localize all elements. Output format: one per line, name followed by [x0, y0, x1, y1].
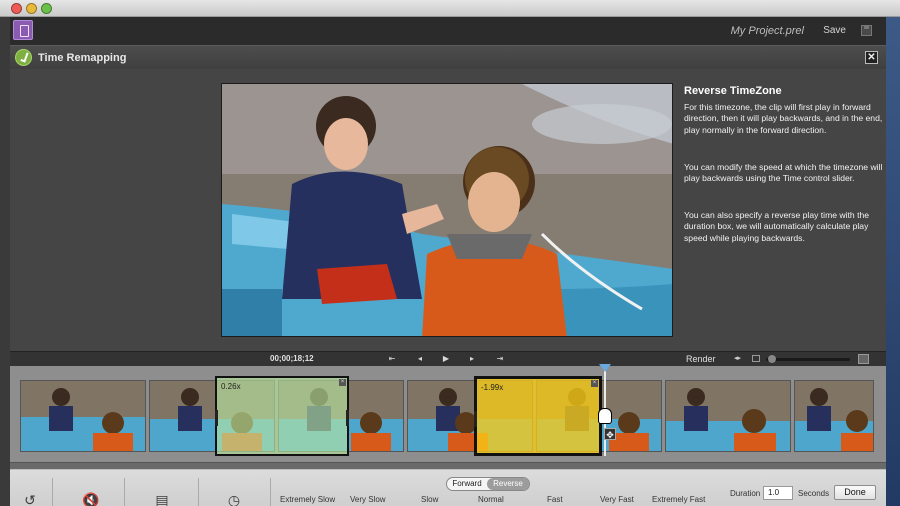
thumbnail-frame	[666, 381, 790, 451]
window-titlebar	[0, 0, 900, 17]
window-edge	[0, 17, 10, 506]
fit-icon[interactable]: ◂▸	[734, 355, 746, 363]
mute-icon[interactable]: 🔇	[82, 492, 99, 506]
go-to-start-icon[interactable]: ⇤	[386, 354, 398, 364]
step-back-icon[interactable]: ◂	[414, 354, 426, 364]
zoom-slider[interactable]	[766, 358, 850, 361]
thumbnail-frame	[21, 381, 145, 451]
preview-frame	[222, 84, 672, 336]
move-cursor-icon: ✥	[604, 428, 616, 440]
speed-extremely-fast[interactable]: Extremely Fast	[652, 495, 705, 504]
speed-very-fast[interactable]: Very Fast	[600, 495, 634, 504]
forward-toggle[interactable]: Forward	[447, 478, 487, 490]
duration-label: Duration	[730, 489, 761, 498]
timeline-scrollbar[interactable]	[10, 462, 886, 469]
speed-very-slow[interactable]: Very Slow	[350, 495, 386, 504]
info-title: Reverse TimeZone	[684, 85, 782, 97]
timezone-right-handle[interactable]	[346, 410, 349, 426]
undo-icon[interactable]: ↺	[22, 492, 38, 506]
info-paragraph: For this timezone, the clip will first p…	[684, 102, 883, 135]
zoom-window-button[interactable]	[41, 3, 52, 14]
panel-header: Time Remapping ✕	[10, 45, 886, 69]
remove-timezone-icon[interactable]: ×	[339, 379, 346, 386]
save-button[interactable]: Save	[823, 25, 846, 36]
thumbnail-frame	[795, 381, 873, 451]
zoom-out-icon[interactable]	[752, 355, 760, 362]
speed-slow[interactable]: Slow	[421, 495, 438, 504]
play-icon[interactable]: ▶	[440, 354, 452, 364]
info-paragraph: You can also specify a reverse play time…	[684, 210, 870, 243]
clip-thumbnail[interactable]	[20, 380, 146, 452]
duration-unit: Seconds	[798, 489, 830, 498]
speed-normal[interactable]: Normal	[478, 495, 504, 504]
clock-icon[interactable]: ◷	[226, 492, 242, 506]
divider	[52, 478, 53, 506]
desktop-background	[886, 17, 900, 506]
timezone-left-handle[interactable]	[215, 410, 218, 426]
info-paragraph: You can modify the speed at which the ti…	[684, 162, 883, 184]
timezone-slow[interactable]: 0.26x ×	[215, 376, 349, 456]
preview-area: Reverse TimeZone For this timezone, the …	[10, 69, 886, 351]
app-window: My Project.prel Save Time Remapping ✕ Re…	[0, 0, 900, 506]
duration-input[interactable]: 1.0	[763, 486, 793, 500]
disk-icon[interactable]	[861, 25, 872, 36]
remove-timezone-icon[interactable]: ×	[591, 380, 598, 387]
transport-bar: 00;00;18;12 ⇤ ◂ ▶ ▸ ⇥ Render ◂▸	[10, 351, 886, 366]
timezone-left-handle[interactable]	[474, 411, 477, 427]
hand-cursor-icon	[598, 408, 612, 424]
timecode: 00;00;18;12	[270, 354, 314, 363]
app-header: My Project.prel Save	[10, 17, 886, 45]
project-title: My Project.prel	[730, 25, 804, 37]
go-to-end-icon[interactable]: ⇥	[494, 354, 506, 364]
close-icon[interactable]: ✕	[865, 51, 878, 64]
organizer-icon[interactable]	[13, 20, 33, 40]
timezone-speed-label: -1.99x	[481, 383, 504, 392]
direction-toggle[interactable]: Forward Reverse	[446, 477, 530, 491]
divider	[198, 478, 199, 506]
timezone-speed-label: 0.26x	[221, 382, 241, 391]
step-forward-icon[interactable]: ▸	[466, 354, 478, 364]
minimize-window-button[interactable]	[26, 3, 37, 14]
divider	[124, 478, 125, 506]
speed-extremely-slow[interactable]: Extremely Slow	[280, 495, 335, 504]
time-remapping-icon	[15, 49, 32, 66]
close-window-button[interactable]	[11, 3, 22, 14]
timezone-reverse[interactable]: -1.99x ×	[474, 376, 602, 456]
film-icon[interactable]: ▤	[154, 492, 170, 506]
panel-title: Time Remapping	[38, 52, 127, 64]
clip-thumbnail[interactable]	[665, 380, 791, 452]
clip-thumbnail[interactable]	[794, 380, 874, 452]
playhead-marker-icon[interactable]	[599, 364, 611, 372]
render-button[interactable]: Render	[686, 354, 716, 364]
zoom-in-icon[interactable]	[858, 354, 869, 364]
time-control-bar: ↺ 🔇 ▤ ◷ Forward Reverse Extremely Slow V…	[10, 469, 886, 506]
video-preview[interactable]	[221, 83, 673, 337]
divider	[270, 478, 271, 506]
done-button[interactable]: Done	[834, 485, 876, 500]
reverse-toggle[interactable]: Reverse	[487, 478, 529, 490]
timeline[interactable]: 0.26x × -1.99x × ✥	[10, 364, 886, 462]
zoom-slider-knob[interactable]	[768, 355, 777, 363]
speed-fast[interactable]: Fast	[547, 495, 563, 504]
